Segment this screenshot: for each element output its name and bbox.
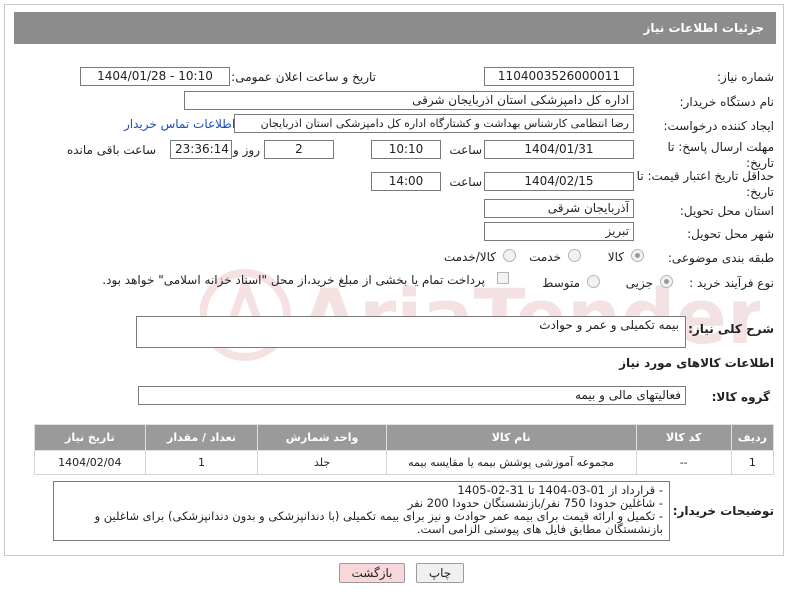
reply-time-label: ساعت [449, 143, 482, 157]
payment-note: پرداخت تمام یا بخشی از مبلغ خرید،از محل … [102, 273, 485, 287]
buyer-org-field[interactable]: اداره کل دامپزشکی استان اذربایجان شرقی [184, 91, 634, 110]
print-button[interactable]: چاپ [416, 563, 464, 583]
remaining-time-field[interactable]: 23:36:14 [170, 140, 232, 159]
goods-section-title: اطلاعات کالاهای مورد نیاز [619, 356, 774, 370]
province-field[interactable]: آذربایجان شرقی [484, 199, 634, 218]
description-label: شرح کلی نیاز: [688, 322, 774, 336]
category-label: طبقه بندی موضوعی: [667, 251, 774, 265]
category-option-goods-service: کالا/خدمت [443, 250, 496, 264]
days-remaining-field[interactable]: 2 [264, 140, 334, 159]
table-row[interactable]: 1 -- مجموعه آموزشی پوشش بیمه یا مقایسه ب… [34, 450, 775, 475]
days-label: روز و [233, 143, 260, 157]
price-time-label: ساعت [449, 175, 482, 189]
col-date: تاریخ نیاز [34, 424, 146, 451]
remaining-label: ساعت باقی مانده [66, 143, 156, 157]
description-field[interactable]: بیمه تکمیلی و عمر و حوادث [136, 316, 686, 348]
cell-quantity: 1 [144, 450, 259, 475]
announce-date-field[interactable]: 1404/01/28 - 10:10 [80, 67, 230, 86]
reply-time-field[interactable]: 10:10 [371, 140, 441, 159]
page-title: جزئیات اطلاعات نیاز [14, 12, 776, 44]
reply-date-field[interactable]: 1404/01/31 [484, 140, 634, 159]
city-field[interactable]: تبریز [484, 222, 634, 241]
buyer-notes-field[interactable]: - قرارداد از 01-03-1404 تا 31-02-1405 - … [53, 481, 670, 541]
category-radio-service[interactable] [568, 249, 581, 262]
cell-unit: جلد [257, 450, 387, 475]
price-validity-label: حداقل تاریخ اعتبار قیمت: تا تاریخ: [636, 169, 774, 199]
goods-group-field[interactable]: فعالیتهای مالی و بیمه [138, 386, 686, 405]
col-code: کد کالا [635, 424, 732, 451]
col-quantity: تعداد / مقدار [144, 424, 259, 451]
need-number-field[interactable]: 1104003526000011 [484, 67, 634, 86]
cell-name: مجموعه آموزشی پوشش بیمه یا مقایسه بیمه [385, 450, 637, 475]
buyer-notes-label: توضیحات خریدار: [672, 504, 774, 518]
process-radio-minor[interactable] [660, 275, 673, 288]
buyer-note-line: بازنشستگان مطابق فایل های پیوستی الزامی … [416, 522, 663, 536]
col-name: نام کالا [385, 424, 637, 451]
process-radio-medium[interactable] [587, 275, 600, 288]
contact-buyer-link[interactable]: اطلاعات تماس خریدار [124, 117, 235, 131]
goods-group-label: گروه کالا: [711, 390, 770, 404]
cell-row: 1 [730, 450, 775, 475]
category-radio-goods-service[interactable] [503, 249, 516, 262]
creator-field[interactable]: رضا انتظامی کارشناس بهداشت و کشتارگاه اد… [234, 114, 634, 133]
cell-code: -- [635, 450, 732, 475]
table-header-row: ردیف کد کالا نام کالا واحد شمارش تعداد /… [34, 424, 775, 451]
announce-label: تاریخ و ساعت اعلان عمومی: [231, 70, 376, 84]
back-button[interactable]: بازگشت [339, 563, 405, 583]
buyer-org-label: نام دستگاه خریدار: [679, 95, 775, 109]
reply-deadline-label: مهلت ارسال پاسخ: تا تاریخ: [667, 140, 774, 170]
category-radio-goods[interactable] [631, 249, 644, 262]
need-number-label: شماره نیاز: [717, 70, 774, 84]
col-row: ردیف [730, 424, 775, 451]
price-time-field[interactable]: 14:00 [371, 172, 441, 191]
price-date-field[interactable]: 1404/02/15 [484, 172, 634, 191]
col-unit: واحد شمارش [257, 424, 387, 451]
treasury-checkbox[interactable] [497, 272, 509, 284]
goods-table: ردیف کد کالا نام کالا واحد شمارش تعداد /… [34, 424, 775, 475]
creator-label: ایجاد کننده درخواست: [663, 119, 774, 133]
category-option-service: خدمت [529, 250, 561, 264]
process-label: نوع فرآیند خرید : [689, 276, 774, 290]
process-option-minor: جزیی [625, 276, 653, 290]
process-option-medium: متوسط [542, 276, 580, 290]
cell-date: 1404/02/04 [34, 450, 146, 475]
category-option-goods: کالا [607, 250, 624, 264]
city-label: شهر محل تحویل: [687, 227, 774, 241]
province-label: استان محل تحویل: [679, 204, 774, 218]
